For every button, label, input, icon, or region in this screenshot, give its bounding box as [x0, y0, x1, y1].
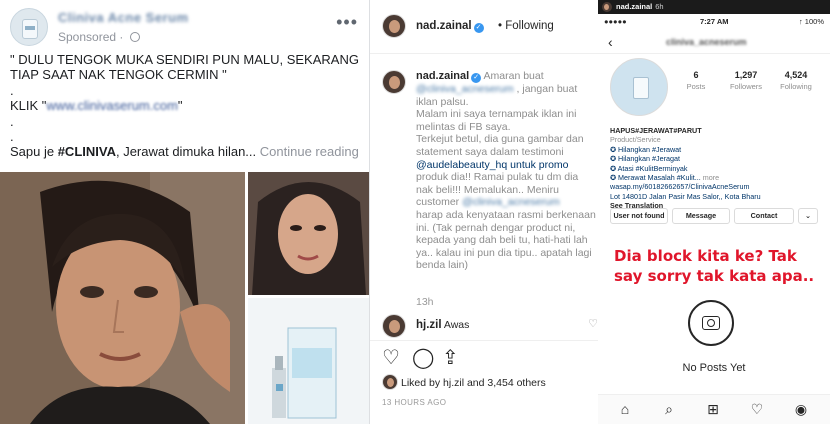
product-jar-icon — [22, 19, 38, 39]
bottom-tab-bar: ⌂ ⌕ ⊞ ♡ ◉ — [598, 394, 830, 424]
contact-button[interactable]: Contact — [734, 208, 794, 224]
profile-nav: ‹ cliniva_acneserum — [598, 32, 830, 54]
followers-stat[interactable]: 1,297 Followers — [724, 70, 768, 91]
post-line: . — [10, 129, 14, 145]
add-post-icon[interactable]: ⊞ — [704, 400, 722, 418]
ig-username[interactable]: nad.zainal ✓ — [416, 20, 484, 33]
post-line: TIAP SAAT NAK TENGOK CERMIN " — [10, 67, 227, 83]
avatar[interactable] — [382, 14, 406, 38]
chevron-down-icon[interactable]: ⌄ — [798, 208, 818, 224]
glam-photo[interactable] — [248, 172, 369, 295]
bio-address[interactable]: Lot 14801D Jalan Pasir Mas Salor,, Kota … — [610, 192, 820, 201]
bio-line: ✪ Atasi #KulitBerminyak — [610, 163, 688, 173]
mention-link[interactable]: @audelabeauty_hq untuk promo — [416, 159, 596, 172]
post-text: " DULU TENGOK MUKA SENDIRI PUN MALU, SEK… — [10, 52, 362, 160]
message-button[interactable]: Message — [672, 208, 730, 224]
hashtag-cliniva[interactable]: #CLINIVA — [58, 144, 116, 159]
facebook-sponsored-post: Cliniva Acne Serum Sponsored · ••• " DUL… — [0, 0, 370, 424]
blurred-link[interactable]: www.clinivaserum.com — [46, 98, 177, 113]
globe-icon — [129, 32, 140, 42]
profile-stats: 6 Posts 1,297 Followers 4,524 Following — [674, 70, 824, 100]
verified-badge-icon: ✓ — [471, 73, 482, 83]
status-time: 7:27 AM — [700, 17, 729, 26]
home-icon[interactable]: ⌂ — [616, 400, 634, 418]
like-heart-icon[interactable]: ♡ — [382, 347, 400, 369]
post-line-last: Sapu je #CLINIVA, Jerawat dimuka hilan..… — [10, 144, 359, 160]
sponsored-label: Sponsored · — [58, 30, 140, 44]
empty-posts-state: No Posts Yet — [598, 300, 830, 380]
product-photo[interactable] — [248, 298, 369, 424]
post-line: " DULU TENGOK MUKA SENDIRI PUN MALU, SEK… — [10, 52, 359, 67]
instagram-post: nad.zainal ✓ • Following nad.zainal ✓ Amar… — [370, 0, 598, 424]
ig-post-header: nad.zainal ✓ • Following — [370, 0, 598, 54]
bio-name: HAPUS#JERAWAT#PARUT — [610, 126, 702, 135]
signal-icon: ●●●●● — [604, 17, 627, 26]
post-date: 13 HOURS AGO — [382, 398, 447, 407]
likes-summary[interactable]: Liked by hj.zil and 3,454 others — [382, 374, 546, 390]
bio-website-link[interactable]: wasap.my/60182662657/ClinivaAcneSerum — [610, 182, 820, 191]
verified-badge-icon: ✓ — [473, 23, 484, 33]
activity-heart-icon[interactable]: ♡ — [748, 400, 766, 418]
caption-username[interactable]: nad.zainal — [416, 70, 469, 82]
no-posts-label: No Posts Yet — [682, 362, 746, 374]
avatar[interactable] — [382, 70, 406, 94]
following-stat[interactable]: 4,524 Following — [774, 70, 818, 91]
product-jar-icon — [633, 77, 649, 99]
page-avatar[interactable] — [10, 8, 48, 46]
battery-icon: ↑ 100% — [798, 17, 824, 26]
caption-text: nad.zainal ✓ Amaran buat @cliniva_acneser… — [416, 70, 596, 272]
story-username[interactable]: nad.zainal — [616, 2, 652, 11]
post-line-klik: KLIK "www.clinivaserum.com" — [10, 98, 183, 114]
profile-bio: HAPUS#JERAWAT#PARUT Product/Service ✪ Hi… — [610, 126, 820, 211]
blurred-mention[interactable]: @cliniva_acneserum — [462, 196, 560, 208]
bio-line: ✪ Hilangkan #Jeragat — [610, 154, 680, 164]
blurred-mention[interactable]: @cliniva_acneserum — [416, 83, 514, 95]
glam-illustration — [248, 172, 369, 295]
profile-screenshot: ●●●●● 7:27 AM ↑ 100% ‹ cliniva_acneserum… — [598, 14, 830, 424]
following-button[interactable]: • Following — [498, 20, 554, 32]
post-line: . — [10, 82, 14, 98]
profile-tab-icon[interactable]: ◉ — [792, 400, 810, 418]
comment-text: Awas — [443, 319, 470, 331]
profile-avatar[interactable] — [610, 58, 668, 116]
profile-title: cliniva_acneserum — [666, 37, 747, 47]
caption-timestamp: 13h — [416, 296, 434, 308]
avatar[interactable] — [602, 2, 612, 12]
story-age: 6h — [655, 2, 664, 11]
product-illustration — [248, 298, 369, 424]
camera-icon — [688, 300, 734, 346]
instagram-story: nad.zainal 6h ●●●●● 7:27 AM ↑ 100% ‹ clin… — [598, 0, 830, 424]
avatar[interactable] — [382, 314, 406, 338]
bio-line-more: ✪ Merawat Masalah #Kulit... more — [610, 173, 720, 183]
continue-reading-link[interactable]: Continue reading — [260, 144, 359, 159]
story-header: nad.zainal 6h — [598, 0, 830, 14]
back-chevron-icon[interactable]: ‹ — [608, 34, 613, 50]
bio-line: ✪ Hilangkan #Jerawat — [610, 144, 682, 154]
comment-icon[interactable]: ◯ — [412, 347, 434, 369]
bio-category: Product/Service — [610, 135, 661, 145]
post-line: . — [10, 113, 14, 129]
comment-row: hj.zil Awas ♡ — [382, 314, 598, 338]
status-bar: ●●●●● 7:27 AM ↑ 100% — [598, 14, 830, 28]
post-header: Cliniva Acne Serum Sponsored · ••• — [10, 8, 362, 48]
story-caption-overlay: Dia block kita ke? Tak say sorry tak kat… — [614, 247, 815, 285]
user-not-found-button[interactable]: User not found — [610, 208, 668, 224]
profile-buttons: User not found Message Contact ⌄ — [610, 208, 820, 224]
posts-stat[interactable]: 6 Posts — [674, 70, 718, 91]
heart-icon[interactable]: ♡ — [588, 317, 598, 330]
bio-more-link[interactable]: more — [703, 173, 719, 182]
share-icon[interactable]: ⇪ — [442, 347, 459, 369]
selfie-photo[interactable] — [0, 172, 245, 424]
more-options-button[interactable]: ••• — [336, 12, 358, 33]
comment-username[interactable]: hj.zil — [416, 319, 442, 331]
avatar — [382, 374, 398, 390]
selfie-illustration — [0, 172, 245, 424]
page-name[interactable]: Cliniva Acne Serum — [58, 10, 189, 25]
search-icon[interactable]: ⌕ — [660, 400, 678, 418]
action-bar: ♡ ◯ ⇪ — [370, 340, 598, 378]
